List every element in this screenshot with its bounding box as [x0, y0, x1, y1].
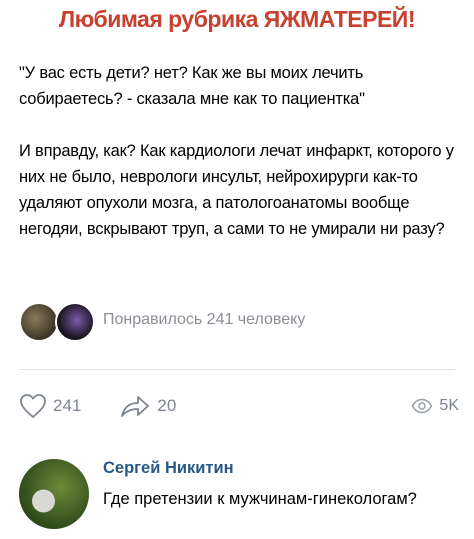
share-count: 20: [157, 396, 177, 415]
divider: [19, 369, 455, 370]
post-title: Любимая рубрика ЯЖМАТЕРЕЙ!: [59, 6, 415, 32]
liked-by-text[interactable]: Понравилось 241 человеку: [103, 311, 305, 329]
liked-by-row[interactable]: Понравилось 241 человеку: [19, 300, 459, 342]
post-paragraph: "У вас есть дети? нет? Как же вы моих ле…: [19, 64, 365, 108]
views-count: 5K: [439, 397, 459, 414]
post-body: "У вас есть дети? нет? Как же вы моих ле…: [19, 60, 459, 242]
avatar[interactable]: [55, 302, 95, 342]
liked-by-avatars[interactable]: [19, 300, 97, 342]
comment-author[interactable]: Сергей Никитин: [103, 459, 234, 478]
eye-icon: [412, 398, 433, 414]
avatar[interactable]: [19, 459, 89, 529]
avatar[interactable]: [19, 302, 59, 342]
heart-outline-icon: [20, 394, 46, 418]
like-button[interactable]: 241: [19, 393, 81, 419]
views-counter: 5K: [411, 397, 459, 415]
comment-text: Где претензии к мужчинам-гинекологам?: [103, 490, 417, 508]
post-paragraph: И вправду, как? Как кардиологи лечат инф…: [19, 142, 454, 238]
like-count: 241: [53, 396, 82, 415]
post-actions-bar: 241 20 5K: [19, 390, 459, 422]
share-arrow-icon: [121, 396, 150, 417]
share-button[interactable]: 20: [119, 393, 176, 419]
comment: Сергей Никитин Где претензии к мужчинам-…: [19, 455, 459, 535]
